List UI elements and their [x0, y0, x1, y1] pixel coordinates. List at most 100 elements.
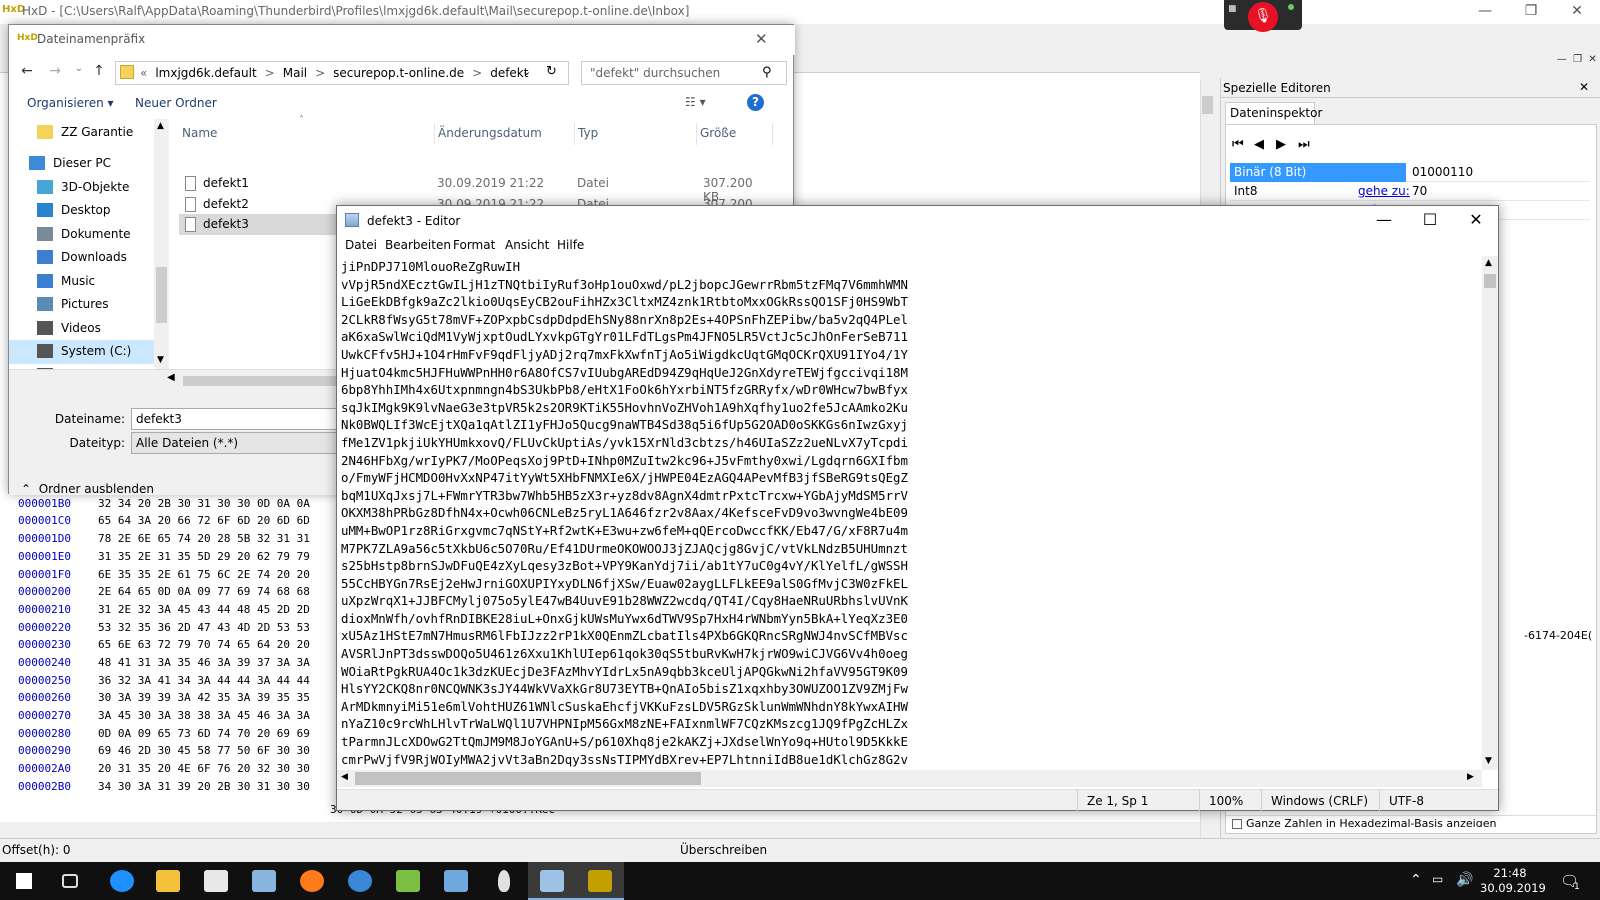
hide-folders-button[interactable]: ⌃ Ordner ausblenden — [21, 482, 154, 496]
hex-row[interactable]: 00000260 30 3A 39 39 3A 42 35 3A 39 35 35 — [18, 689, 348, 707]
file-row[interactable]: defekt1 30.09.2019 21:22 Datei 307.200 KB — [179, 173, 771, 204]
store-icon[interactable] — [192, 862, 240, 900]
hex-row[interactable]: 000002B0 34 30 3A 31 39 20 2B 30 31 30 30 — [18, 778, 348, 796]
mdi-window-buttons[interactable]: — ❐ ✕ — [1557, 54, 1600, 65]
hex-bytes[interactable]: 65 6E 63 72 79 70 74 65 64 20 20 — [98, 638, 310, 651]
inspector-value[interactable]: 70 — [1408, 182, 1431, 201]
hex-bytes[interactable]: 30 3A 39 39 3A 42 35 3A 39 35 35 — [98, 691, 310, 704]
breadcrumb[interactable]: « lmxjgd6k.default > Mail > securepop.t-onlin… — [140, 66, 536, 80]
chevron-down-icon[interactable]: ⌄ — [522, 65, 531, 78]
hex-row[interactable]: 00000200 2E 64 65 0D 0A 09 77 69 74 68 68 — [18, 583, 348, 601]
help-icon[interactable]: ? — [747, 94, 764, 111]
hex-row[interactable]: 00000240 48 41 31 3A 35 46 3A 39 37 3A 3A — [18, 654, 348, 672]
hex-row[interactable]: 00000280 0D 0A 09 65 73 6D 74 70 20 69 69 — [18, 725, 348, 743]
nav-item[interactable]: ZZ Garantie — [9, 121, 159, 145]
menu-item[interactable]: Datei — [345, 238, 377, 252]
volume-icon[interactable]: 🔊 — [1456, 872, 1473, 888]
nav-item[interactable]: Videos — [9, 317, 159, 341]
hex-basis-checkbox[interactable] — [1232, 819, 1242, 829]
scroll-left-icon[interactable]: ◀ — [167, 372, 175, 383]
close-icon[interactable]: ✕ — [1579, 80, 1589, 94]
menu-item[interactable]: Format — [453, 238, 495, 252]
column-header[interactable]: Typ — [575, 123, 697, 145]
microphone-icon[interactable]: 🎙 — [1248, 2, 1278, 32]
first-icon[interactable]: ⏮ — [1232, 137, 1250, 153]
search-icon[interactable]: ⚲ — [762, 65, 772, 80]
nav-item[interactable]: System (C:) — [9, 340, 159, 364]
nav-item[interactable]: Desktop — [9, 199, 159, 223]
address-bar[interactable]: « lmxjgd6k.default > Mail > securepop.t-onlin… — [115, 61, 569, 85]
close-icon[interactable]: ✕ — [755, 30, 768, 48]
search-input[interactable]: "defekt" durchsuchen ⚲ — [581, 61, 787, 85]
breadcrumb-item[interactable]: lmxjgd6k.default — [155, 66, 256, 80]
back-icon[interactable]: ← — [17, 63, 37, 83]
column-header[interactable]: Größe — [697, 123, 773, 145]
close-icon[interactable]: ✕ — [1453, 206, 1499, 236]
hex-row[interactable]: 00000210 31 2E 32 3A 45 43 44 48 45 2D 2D — [18, 601, 348, 619]
nav-item[interactable]: Music — [9, 270, 159, 294]
hex-row[interactable]: 00000250 36 32 3A 41 34 3A 44 44 3A 44 44 — [18, 672, 348, 690]
hex-row[interactable]: 000002A0 20 31 35 20 4E 6F 76 20 32 30 30 — [18, 760, 348, 778]
goto-link[interactable]: gehe zu: — [1358, 184, 1410, 198]
nav-item[interactable]: Downloads — [9, 246, 159, 270]
maximize-icon[interactable]: ❐ — [1508, 0, 1554, 24]
up-icon[interactable]: ↑ — [89, 63, 109, 83]
minimize-icon[interactable]: — — [1361, 206, 1407, 236]
hex-bytes[interactable]: 69 46 2D 30 45 58 77 50 6F 30 30 — [98, 744, 310, 757]
breadcrumb-item[interactable]: « — [140, 66, 147, 80]
hex-scroll-thumb[interactable] — [1202, 96, 1213, 114]
notepad-hscroll-thumb[interactable] — [355, 772, 701, 785]
hex-bytes[interactable]: 32 34 20 2B 30 31 30 30 0D 0A 0A — [98, 497, 310, 510]
previous-icon[interactable]: ◀ — [1254, 137, 1272, 153]
hex-bytes[interactable]: 34 30 3A 31 39 20 2B 30 31 30 30 — [98, 780, 310, 793]
new-folder-button[interactable]: Neuer Ordner — [135, 96, 217, 110]
chevron-down-icon[interactable]: ⌄ — [69, 63, 89, 83]
scroll-down-icon[interactable]: ▼ — [157, 355, 164, 365]
close-icon[interactable]: ✕ — [1554, 0, 1600, 24]
hex-bytes[interactable]: 36 32 3A 41 34 3A 44 44 3A 44 44 — [98, 674, 310, 687]
hex-bytes[interactable]: 20 31 35 20 4E 6F 76 20 32 30 30 — [98, 762, 310, 775]
start-icon[interactable] — [0, 862, 48, 900]
maximize-icon[interactable]: ☐ — [1407, 206, 1453, 236]
photo-viewer-icon[interactable] — [432, 862, 480, 900]
scroll-right-icon[interactable]: ▶ — [1467, 772, 1474, 782]
menu-item[interactable]: Hilfe — [557, 238, 584, 252]
inspector-value[interactable]: 01000110 — [1408, 163, 1477, 182]
breadcrumb-item[interactable]: > — [315, 66, 325, 80]
mic-widget[interactable]: ■ 🎙 — [1224, 0, 1302, 32]
edge-icon[interactable] — [98, 862, 146, 900]
hex-row[interactable]: 00000230 65 6E 63 72 79 70 74 65 64 20 20 — [18, 636, 348, 654]
hex-row[interactable]: 000001F0 6E 35 35 2E 61 75 6C 2E 74 20 20 — [18, 566, 348, 584]
nav-scroll-thumb[interactable] — [156, 267, 167, 323]
scroll-down-icon[interactable]: ▼ — [1485, 756, 1492, 766]
scroll-up-icon[interactable]: ▲ — [1485, 258, 1492, 268]
notepad-vscroll-thumb[interactable] — [1484, 274, 1496, 288]
nav-item[interactable]: Dokumente — [9, 223, 159, 247]
notepad-text-area[interactable]: jiPnDPJ710MlouoReZgRuwIH vVpjR5ndXEcztGwI… — [341, 258, 1481, 770]
nav-item[interactable]: Dieser PC — [1, 152, 151, 176]
breadcrumb-item[interactable]: securepop.t-online.de — [333, 66, 464, 80]
system-clock[interactable]: 21:48 30.09.2019 — [1480, 866, 1546, 896]
hex-bytes[interactable]: 2E 64 65 0D 0A 09 77 69 74 68 68 — [98, 585, 310, 598]
forward-icon[interactable]: → — [45, 63, 65, 83]
hex-bytes[interactable]: 65 64 3A 20 66 72 6F 6D 20 6D 6D — [98, 514, 310, 527]
app-green-icon[interactable] — [384, 862, 432, 900]
battery-icon[interactable]: ▭ — [1432, 872, 1443, 886]
hex-row[interactable]: 00000290 69 46 2D 30 45 58 77 50 6F 30 30 — [18, 742, 348, 760]
hex-bytes[interactable]: 0D 0A 09 65 73 6D 74 70 20 69 69 — [98, 727, 310, 740]
hex-row[interactable]: 000001C0 65 64 3A 20 66 72 6F 6D 20 6D 6D — [18, 512, 348, 530]
column-header[interactable]: Änderungsdatum — [435, 123, 575, 145]
chevron-up-icon[interactable]: ⌃ — [1410, 872, 1422, 888]
scroll-left-icon[interactable]: ◀ — [341, 772, 348, 782]
next-icon[interactable]: ▶ — [1276, 137, 1294, 153]
nav-item[interactable]: Pictures — [9, 293, 159, 317]
hex-bytes[interactable]: 31 2E 32 3A 45 43 44 48 45 2D 2D — [98, 603, 310, 616]
hex-bytes[interactable]: 6E 35 35 2E 61 75 6C 2E 74 20 20 — [98, 568, 310, 581]
hex-bytes[interactable]: 31 35 2E 31 35 5D 29 20 62 79 79 — [98, 550, 310, 563]
tab-data-inspector[interactable]: Dateninspektor — [1225, 102, 1322, 124]
hex-row[interactable]: 000001E0 31 35 2E 31 35 5D 29 20 62 79 79 — [18, 548, 348, 566]
breadcrumb-item[interactable]: > — [265, 66, 275, 80]
notepad-icon[interactable] — [528, 862, 576, 900]
column-header[interactable]: Name — [179, 123, 435, 145]
last-icon[interactable]: ⏭ — [1298, 137, 1316, 153]
